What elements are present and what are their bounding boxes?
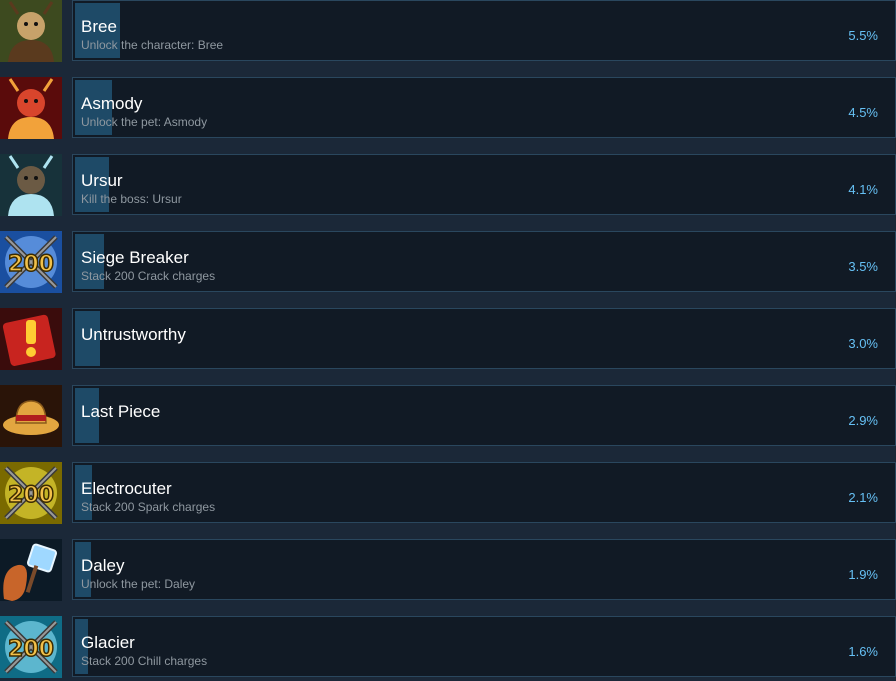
achievement-unlock-percent: 1.9% <box>848 567 878 582</box>
200-crossed-swords-yellow-icon: 200 <box>0 462 62 524</box>
svg-text:200: 200 <box>8 252 54 277</box>
antlered-bear-boss-icon <box>0 154 62 216</box>
achievement-description: Stack 200 Chill charges <box>81 654 208 668</box>
achievement-row: 200 Glacier Stack 200 Chill charges 1.6% <box>0 616 896 679</box>
achievement-row: 200 Electrocuter Stack 200 Spark charges 2.… <box>0 462 896 525</box>
achievement-progress-bar: Glacier Stack 200 Chill charges 1.6% <box>72 616 896 677</box>
achievement-progress-bar: Electrocuter Stack 200 Spark charges 2.1% <box>72 462 896 523</box>
svg-text:200: 200 <box>8 483 54 508</box>
achievement-progress-bar: Asmody Unlock the pet: Asmody 4.5% <box>72 77 896 138</box>
achievement-progress-bar: Daley Unlock the pet: Daley 1.9% <box>72 539 896 600</box>
achievement-title: Siege Breaker <box>81 248 189 267</box>
achievement-unlock-percent: 4.1% <box>848 182 878 197</box>
achievement-row: Asmody Unlock the pet: Asmody 4.5% <box>0 77 896 140</box>
achievement-list: Bree Unlock the character: Bree 5.5% Asmody… <box>0 0 896 681</box>
svg-text:200: 200 <box>8 637 54 662</box>
straw-hat-icon <box>0 385 62 447</box>
deer-warrior-icon <box>0 0 62 62</box>
achievement-row: Last Piece 2.9% <box>0 385 896 448</box>
red-demon-pet-icon <box>0 77 62 139</box>
achievement-unlock-percent: 4.5% <box>848 105 878 120</box>
achievement-title: Asmody <box>81 94 143 113</box>
achievement-row: 200 Siege Breaker Stack 200 Crack charges 3… <box>0 231 896 294</box>
achievement-row: Bree Unlock the character: Bree 5.5% <box>0 0 896 63</box>
squirrel-ice-hammer-icon <box>0 539 62 601</box>
achievement-title: Glacier <box>81 633 135 652</box>
red-book-exclamation-icon <box>0 308 62 370</box>
achievement-title: Electrocuter <box>81 479 172 498</box>
achievement-unlock-percent: 3.5% <box>848 259 878 274</box>
achievement-title: Bree <box>81 17 117 36</box>
achievement-progress-bar: Ursur Kill the boss: Ursur 4.1% <box>72 154 896 215</box>
achievement-unlock-percent: 2.1% <box>848 490 878 505</box>
achievement-description: Unlock the pet: Daley <box>81 577 196 591</box>
achievement-description: Unlock the pet: Asmody <box>81 115 208 129</box>
achievement-progress-bar: Last Piece 2.9% <box>72 385 896 446</box>
achievement-row: Untrustworthy 3.0% <box>0 308 896 371</box>
achievement-unlock-percent: 1.6% <box>848 644 878 659</box>
achievement-title: Ursur <box>81 171 123 190</box>
achievement-unlock-percent: 5.5% <box>848 28 878 43</box>
achievement-description: Unlock the character: Bree <box>81 38 224 52</box>
achievement-progress-bar: Bree Unlock the character: Bree 5.5% <box>72 0 896 61</box>
200-crossed-swords-cyan-icon: 200 <box>0 616 62 678</box>
200-crossed-swords-blue-icon: 200 <box>0 231 62 293</box>
achievement-description: Stack 200 Crack charges <box>81 269 216 283</box>
achievement-row: Ursur Kill the boss: Ursur 4.1% <box>0 154 896 217</box>
achievement-title: Untrustworthy <box>81 325 186 344</box>
achievement-progress-bar: Untrustworthy 3.0% <box>72 308 896 369</box>
achievement-description: Kill the boss: Ursur <box>81 192 182 206</box>
achievement-title: Daley <box>81 556 125 575</box>
achievement-row: Daley Unlock the pet: Daley 1.9% <box>0 539 896 602</box>
achievement-unlock-percent: 2.9% <box>848 413 878 428</box>
achievement-unlock-percent: 3.0% <box>848 336 878 351</box>
achievement-title: Last Piece <box>81 402 161 421</box>
achievement-description: Stack 200 Spark charges <box>81 500 216 514</box>
achievement-progress-bar: Siege Breaker Stack 200 Crack charges 3.5% <box>72 231 896 292</box>
